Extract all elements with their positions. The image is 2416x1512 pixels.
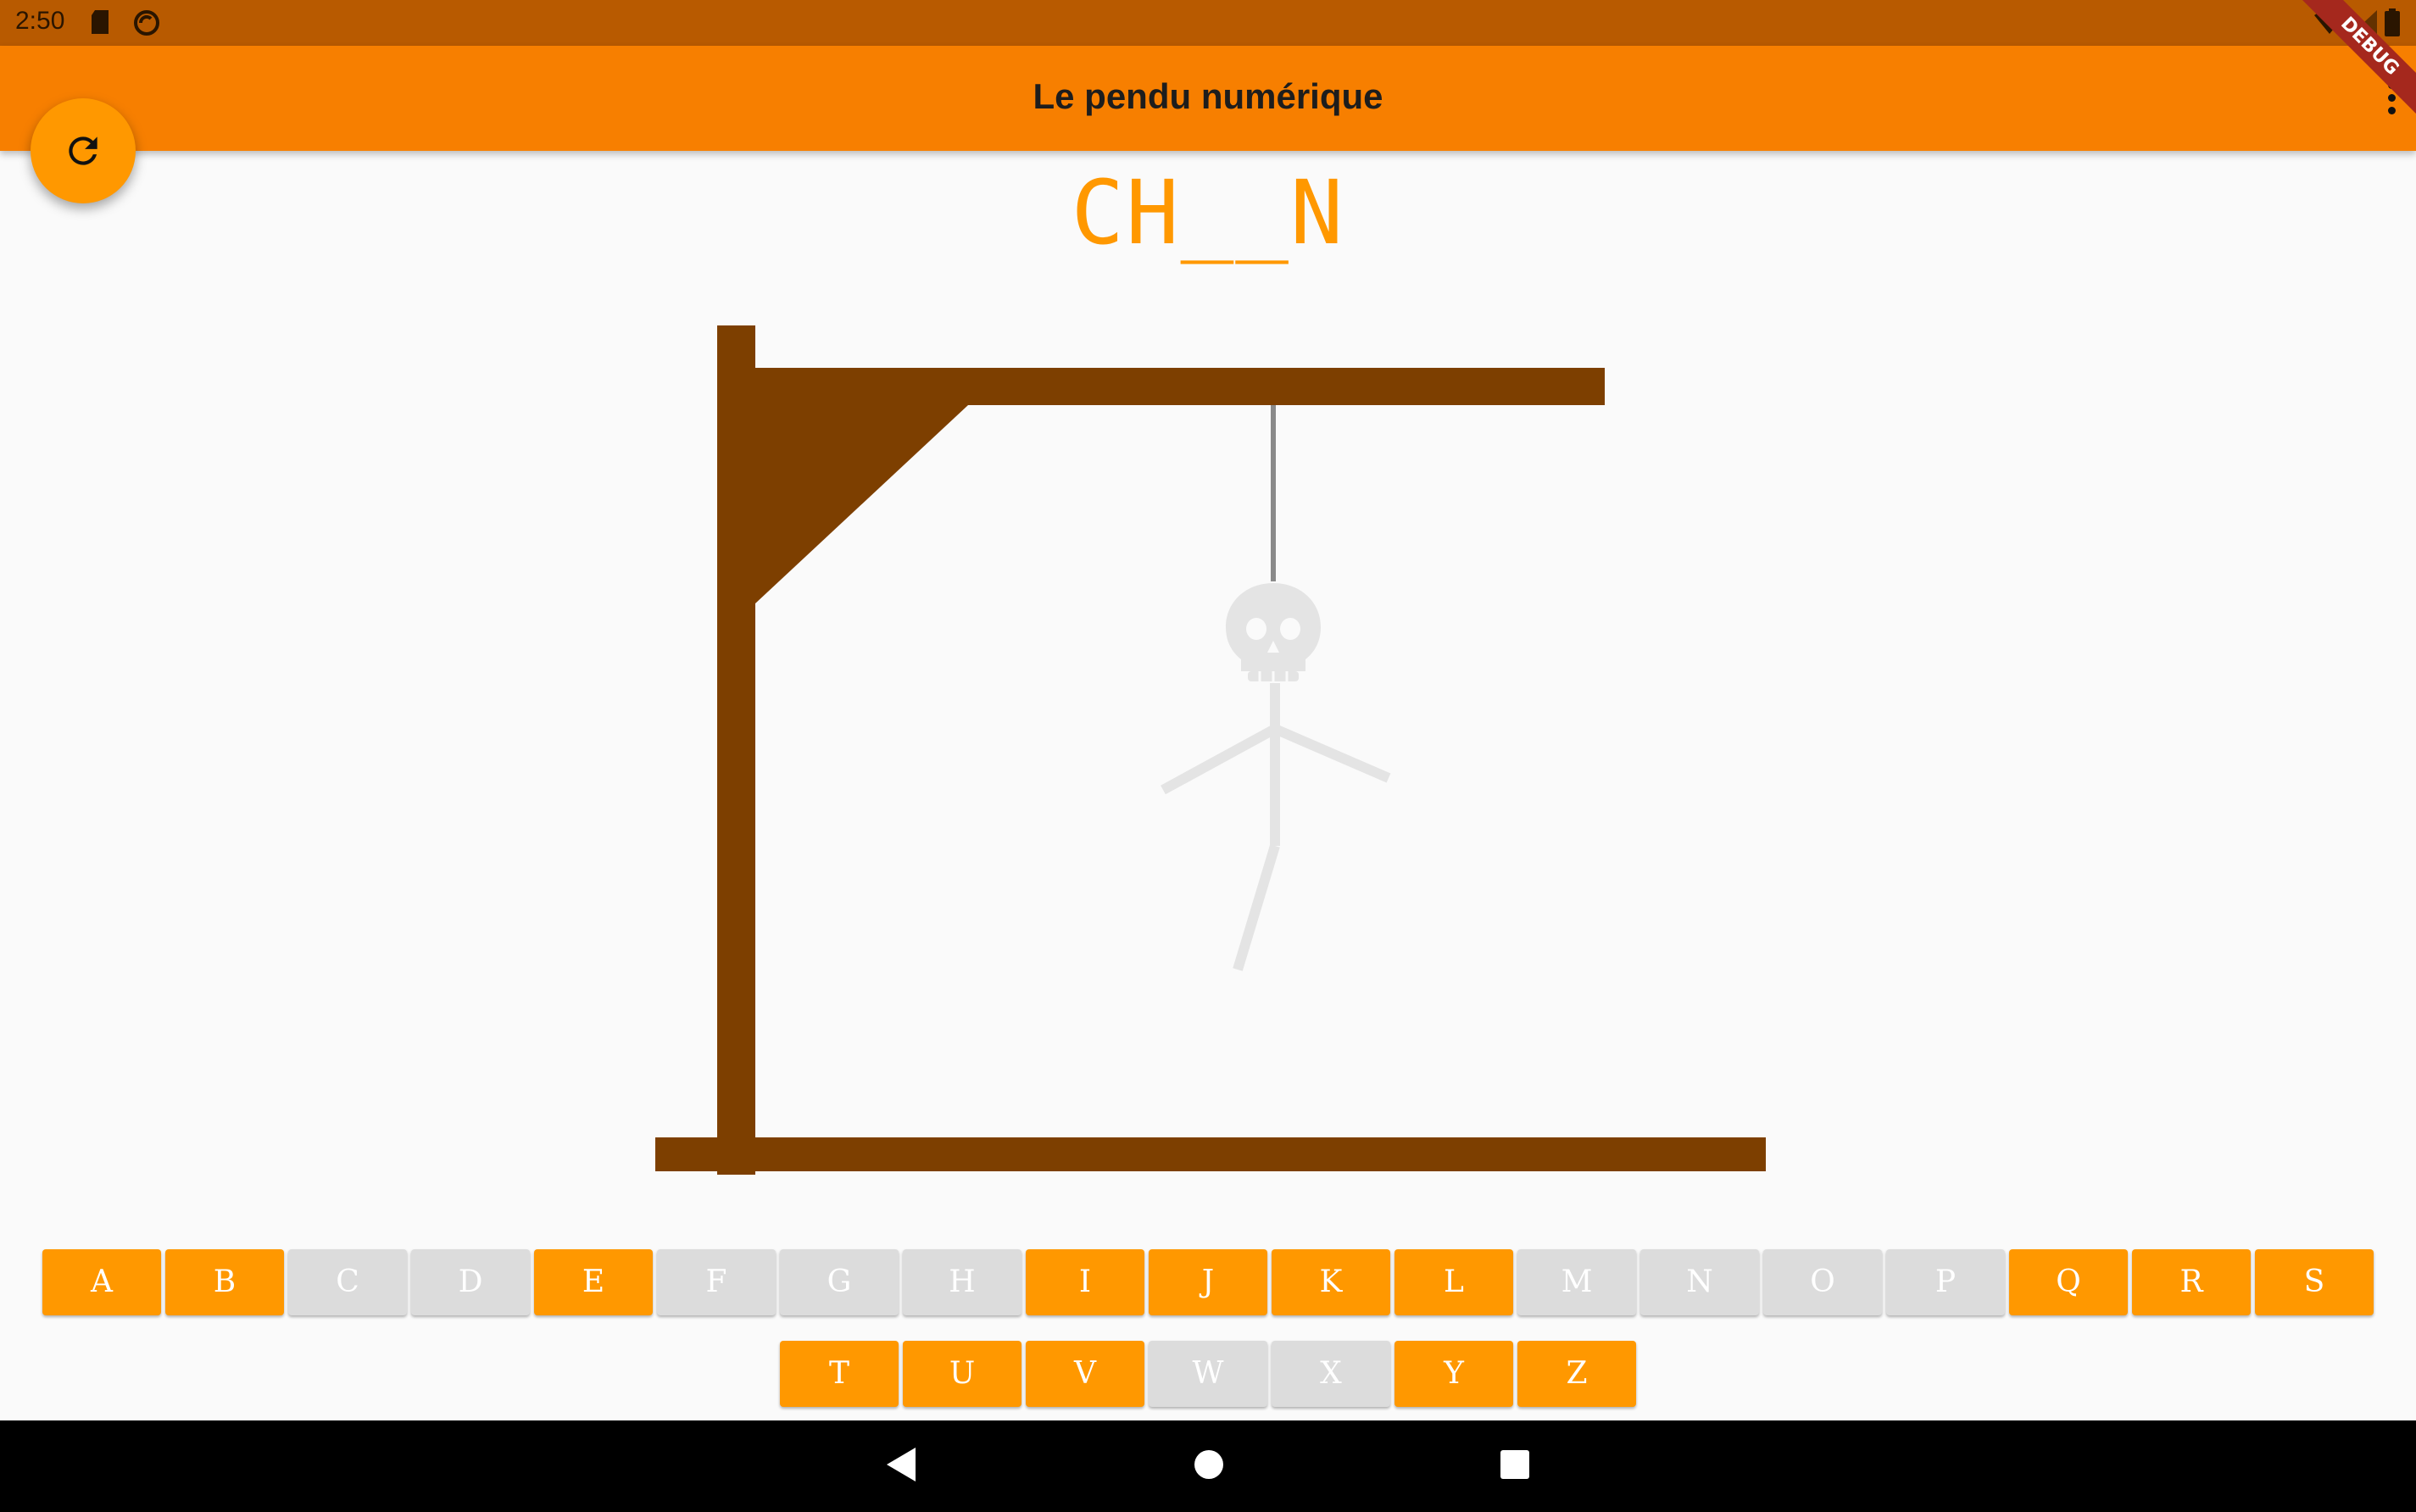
letter-key-c: C bbox=[288, 1249, 407, 1315]
skull-icon bbox=[1226, 583, 1321, 681]
keyboard-row-1: ABCDEFGHIJKLMNOPQRS bbox=[0, 1249, 2416, 1315]
letter-key-p: P bbox=[1886, 1249, 2005, 1315]
letter-key-d: D bbox=[411, 1249, 530, 1315]
gallows-brace bbox=[755, 405, 968, 603]
gallows bbox=[655, 325, 1766, 1175]
letter-key-y[interactable]: Y bbox=[1394, 1341, 1513, 1407]
letter-key-v[interactable]: V bbox=[1026, 1341, 1144, 1407]
letter-key-q[interactable]: Q bbox=[2009, 1249, 2128, 1315]
letter-key-x: X bbox=[1272, 1341, 1390, 1407]
letter-key-s[interactable]: S bbox=[2255, 1249, 2374, 1315]
hangman-drawing bbox=[655, 325, 1766, 1175]
letter-key-z[interactable]: Z bbox=[1517, 1341, 1636, 1407]
figure-left-leg bbox=[1233, 844, 1280, 971]
letter-key-a[interactable]: A bbox=[42, 1249, 161, 1315]
letter-key-f: F bbox=[657, 1249, 776, 1315]
refresh-icon bbox=[69, 136, 97, 165]
home-icon[interactable] bbox=[1192, 1446, 1226, 1483]
figure-left-arm bbox=[1161, 724, 1278, 795]
letter-key-n: N bbox=[1640, 1249, 1759, 1315]
letter-key-o: O bbox=[1763, 1249, 1882, 1315]
gallows-post bbox=[717, 325, 755, 1175]
refresh-button[interactable] bbox=[31, 98, 136, 203]
letter-key-u[interactable]: U bbox=[903, 1341, 1022, 1407]
letter-key-k[interactable]: K bbox=[1272, 1249, 1390, 1315]
letter-key-w: W bbox=[1149, 1341, 1267, 1407]
letter-key-m: M bbox=[1517, 1249, 1636, 1315]
gallows-beam bbox=[755, 368, 1605, 405]
letter-key-j[interactable]: J bbox=[1149, 1249, 1267, 1315]
stick-figure bbox=[1161, 683, 1391, 971]
letter-key-h: H bbox=[903, 1249, 1022, 1315]
letter-key-e[interactable]: E bbox=[534, 1249, 653, 1315]
back-icon[interactable] bbox=[885, 1446, 917, 1483]
gallows-base bbox=[655, 1137, 1766, 1171]
navigation-bar bbox=[0, 1420, 2416, 1512]
keyboard-row-2: TUVWXYZ bbox=[0, 1341, 2416, 1407]
figure-right-arm bbox=[1272, 724, 1391, 783]
letter-key-r[interactable]: R bbox=[2132, 1249, 2251, 1315]
letter-key-g: G bbox=[780, 1249, 899, 1315]
letter-key-l[interactable]: L bbox=[1394, 1249, 1513, 1315]
letter-key-t[interactable]: T bbox=[780, 1341, 899, 1407]
recents-icon[interactable] bbox=[1499, 1446, 1531, 1483]
letter-key-i[interactable]: I bbox=[1026, 1249, 1144, 1315]
letter-key-b[interactable]: B bbox=[165, 1249, 284, 1315]
